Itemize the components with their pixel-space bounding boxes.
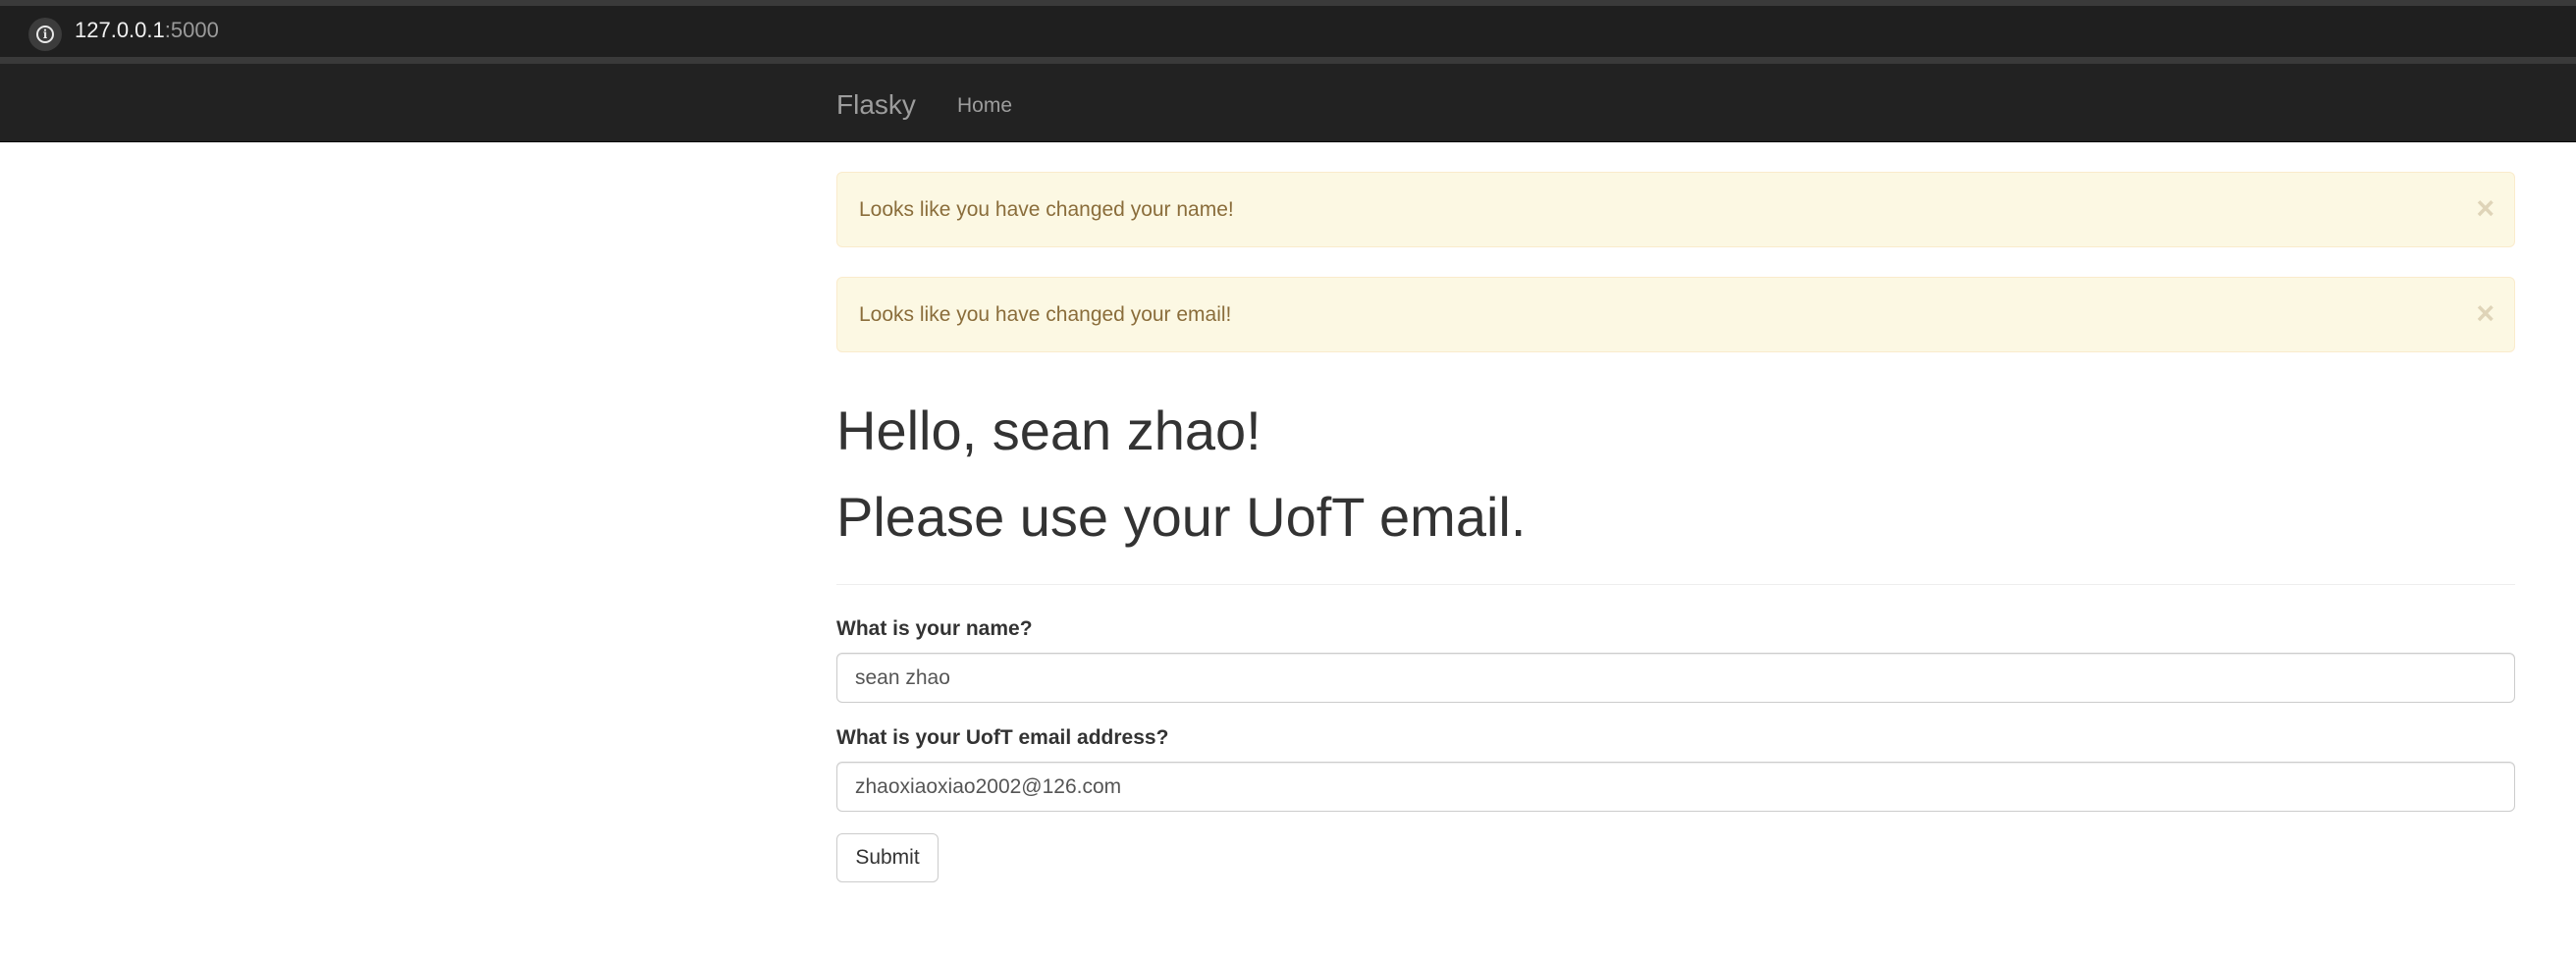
info-icon: i (36, 26, 54, 43)
url-host: 127.0.0.1 (75, 18, 165, 42)
nav-link-home[interactable]: Home (957, 93, 1012, 119)
alert-message: Looks like you have changed your email! (859, 303, 1232, 326)
name-field[interactable]: sean zhao (836, 653, 2515, 703)
flash-alert-email: Looks like you have changed your email! … (836, 277, 2515, 352)
header-divider (836, 584, 2515, 585)
greeting-heading: Hello, sean zhao! (836, 399, 1261, 461)
submit-button[interactable]: Submit (836, 833, 939, 882)
site-info-icon[interactable]: i (28, 18, 62, 51)
alert-message: Looks like you have changed your name! (859, 198, 1234, 221)
top-navbar: Flasky Home (0, 64, 2576, 142)
close-icon[interactable]: × (2476, 190, 2495, 226)
url-port: :5000 (164, 18, 219, 42)
flash-alert-name: Looks like you have changed your name! × (836, 172, 2515, 247)
browser-divider (0, 57, 2576, 64)
email-field[interactable]: zhaoxiaoxiao2002@126.com (836, 762, 2515, 812)
navbar-brand[interactable]: Flasky (836, 89, 916, 121)
browser-address-bar (0, 6, 2576, 57)
instruction-heading: Please use your UofT email. (836, 486, 1527, 548)
email-label: What is your UofT email address? (836, 726, 1169, 749)
url-field[interactable]: 127.0.0.1:5000 (75, 18, 219, 43)
name-label: What is your name? (836, 617, 1033, 640)
close-icon[interactable]: × (2476, 295, 2495, 331)
